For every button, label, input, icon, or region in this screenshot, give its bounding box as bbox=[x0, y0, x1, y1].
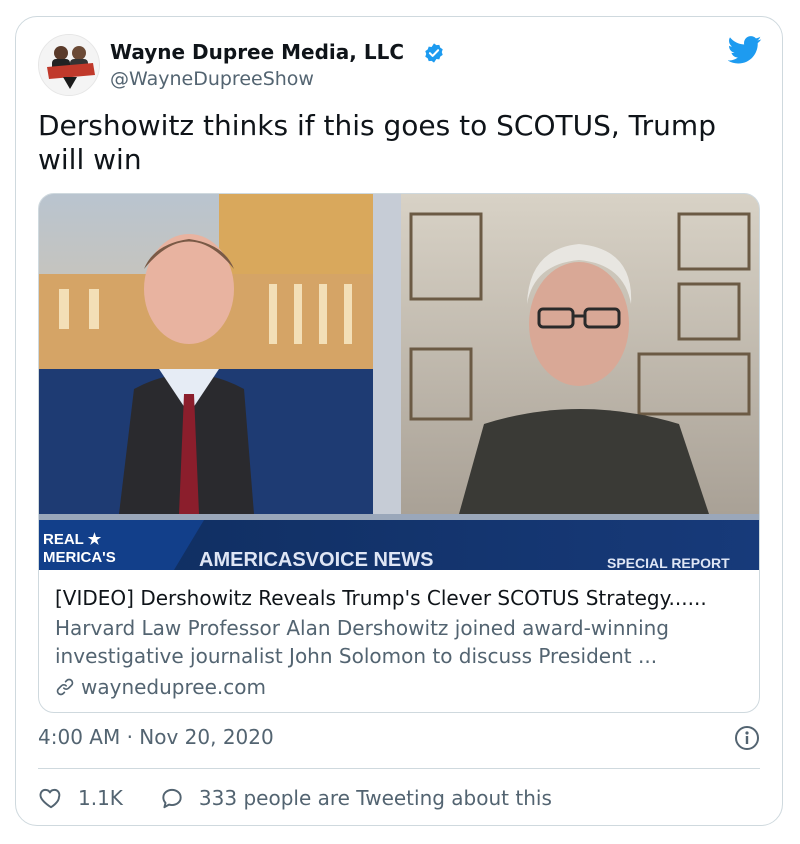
conversation-text: 333 people are Tweeting about this bbox=[198, 786, 552, 810]
tweet-header: Wayne Dupree Media, LLC @WayneDupreeShow bbox=[38, 34, 762, 98]
banner-center: AMERICASVOICE NEWS bbox=[199, 549, 433, 570]
video-thumbnail[interactable]: REAL ★ MERICA'S AMERICASVOICE NEWS SPECI… bbox=[39, 194, 759, 570]
reply-icon bbox=[162, 788, 182, 809]
link-preview-card[interactable]: REAL ★ MERICA'S AMERICASVOICE NEWS SPECI… bbox=[38, 193, 760, 713]
tweet-card[interactable]: Wayne Dupree Media, LLC @WayneDupreeShow… bbox=[15, 16, 783, 826]
like-button[interactable]: 1.1K bbox=[38, 785, 123, 811]
tweet-actions: 1.1K 333 people are Tweeting about this bbox=[38, 783, 588, 813]
banner-right: SPECIAL REPORT bbox=[607, 555, 730, 570]
link-meta[interactable]: [VIDEO] Dershowitz Reveals Trump's Cleve… bbox=[55, 584, 749, 702]
banner-left-2: MERICA'S bbox=[43, 549, 116, 566]
link-domain[interactable]: waynedupree.com bbox=[81, 672, 266, 702]
author-handle[interactable]: @WayneDupreeShow bbox=[110, 68, 314, 90]
heart-icon bbox=[39, 788, 61, 809]
twitter-icon[interactable] bbox=[728, 36, 762, 64]
banner-left: REAL ★ bbox=[43, 531, 102, 548]
divider bbox=[38, 768, 760, 769]
tweet-timestamp[interactable]: 4:00 AM · Nov 20, 2020 bbox=[38, 725, 274, 749]
author-name[interactable]: Wayne Dupree Media, LLC bbox=[110, 40, 404, 64]
link-title[interactable]: [VIDEO] Dershowitz Reveals Trump's Cleve… bbox=[55, 584, 749, 612]
link-description: Harvard Law Professor Alan Dershowitz jo… bbox=[55, 616, 670, 668]
link-domain-row[interactable]: waynedupree.com bbox=[55, 672, 749, 702]
link-icon bbox=[56, 678, 74, 696]
info-icon[interactable] bbox=[734, 725, 760, 751]
verified-icon bbox=[425, 43, 443, 63]
conversation-button[interactable]: 333 people are Tweeting about this bbox=[159, 785, 552, 811]
tweet-text: Dershowitz thinks if this goes to SCOTUS… bbox=[38, 109, 716, 176]
like-count: 1.1K bbox=[78, 786, 123, 810]
avatar[interactable] bbox=[38, 34, 100, 96]
